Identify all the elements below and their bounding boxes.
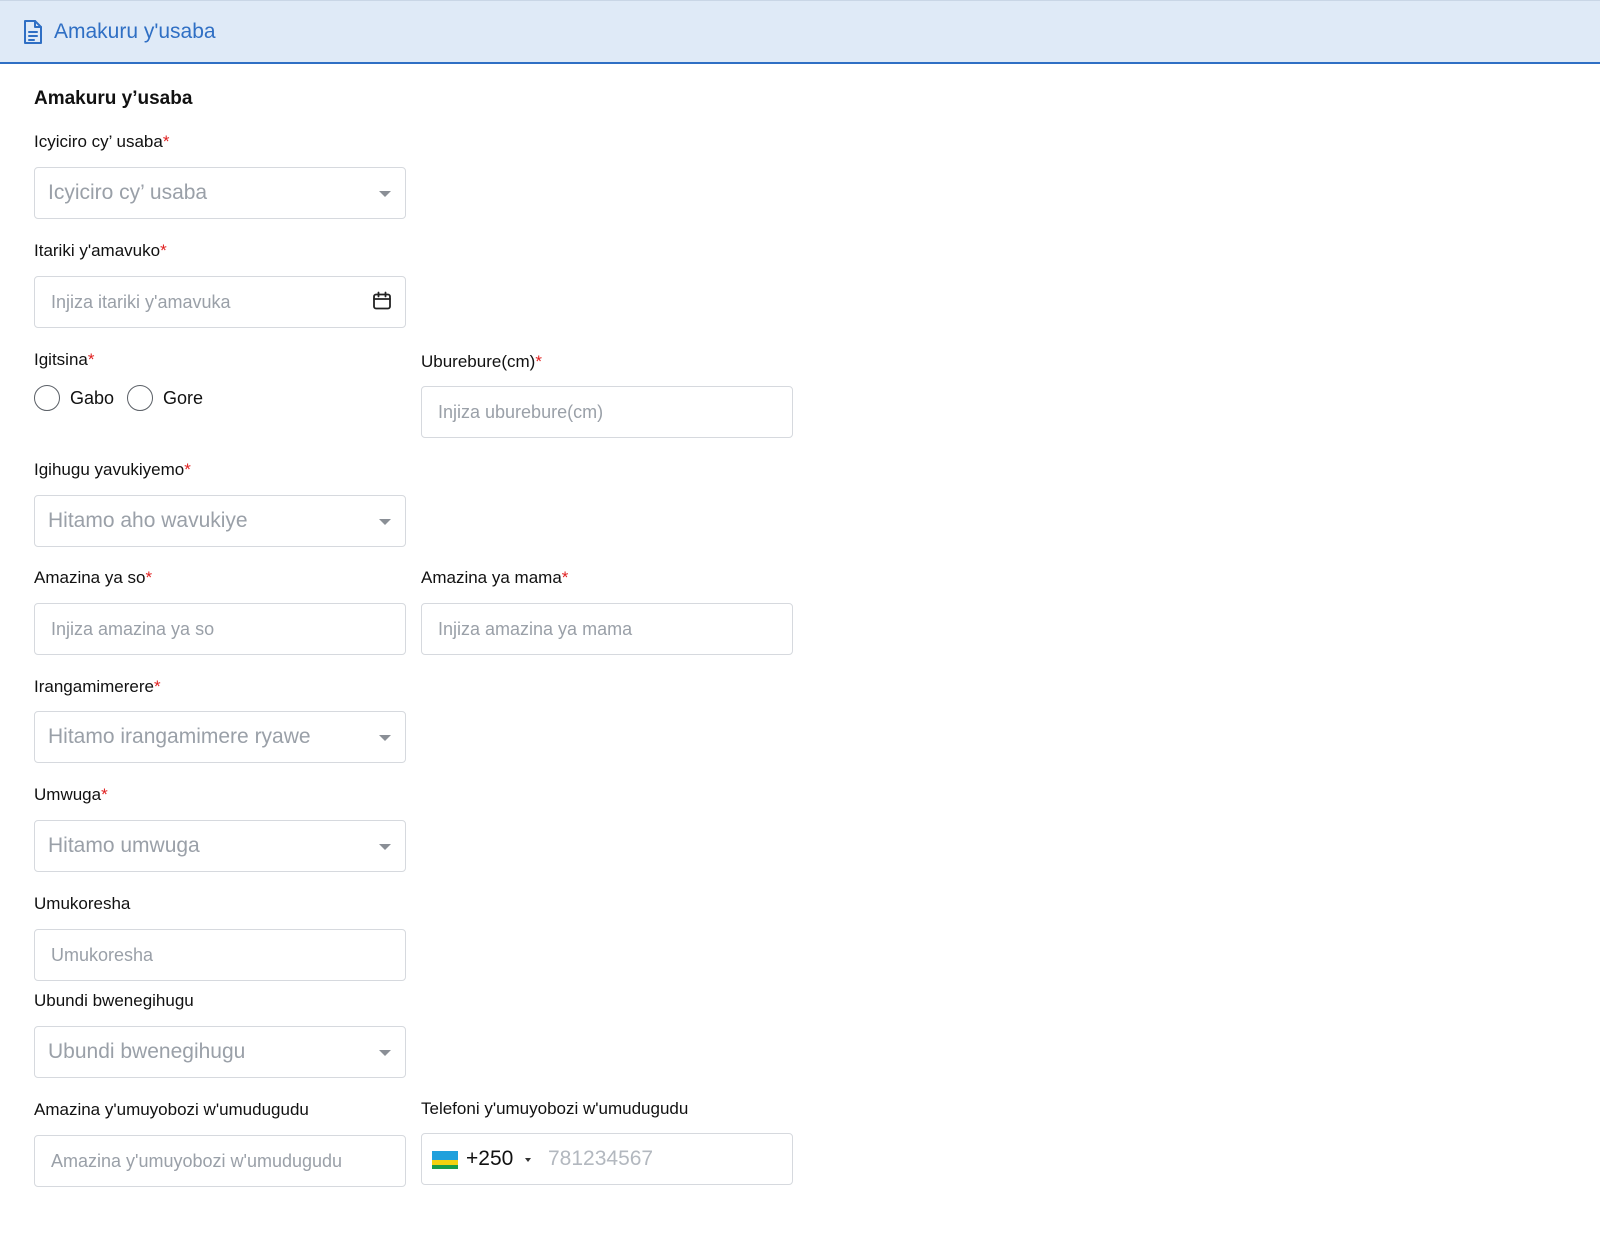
chevron-down-icon [379,191,391,197]
chevron-down-icon [379,844,391,850]
occupation-placeholder: Hitamo umwuga [48,834,200,857]
gender-radio-gabo[interactable] [34,385,60,411]
height-placeholder: Injiza uburebure(cm) [438,402,604,422]
birth-country-select[interactable]: Hitamo aho wavukiye [34,495,406,547]
birth-country-placeholder: Hitamo aho wavukiye [48,509,248,532]
header-title: Amakuru y'usaba [54,19,216,43]
father-name-input[interactable]: Injiza amazina ya so [34,603,406,655]
page-header: Amakuru y'usaba [0,0,1600,64]
employer-input[interactable]: Umukoresha [34,929,406,981]
category-select[interactable]: Icyiciro cy’ usaba [34,167,406,219]
mother-name-placeholder: Injiza amazina ya mama [438,619,633,639]
employer-label: Umukoresha [34,894,131,913]
birthdate-placeholder: Injiza itariki y'amavuka [51,292,231,312]
document-icon [22,19,46,45]
category-label: Icyiciro cy’ usaba* [34,132,170,151]
rwanda-flag-icon[interactable] [432,1151,458,1169]
caret-down-icon[interactable] [525,1158,531,1162]
village-leader-name-label: Amazina y'umuyobozi w'umudugudu [34,1100,309,1119]
father-name-placeholder: Injiza amazina ya so [51,619,215,639]
village-leader-phone-label: Telefoni y'umuyobozi w'umudugudu [421,1099,689,1118]
marital-status-placeholder: Hitamo irangamimere ryawe [48,725,311,748]
mother-name-input[interactable]: Injiza amazina ya mama [421,603,793,655]
gender-option-gore[interactable]: Gore [163,388,203,409]
mother-name-label: Amazina ya mama* [421,568,569,587]
marital-status-select[interactable]: Hitamo irangamimere ryawe [34,711,406,763]
chevron-down-icon [379,735,391,741]
other-nationality-label: Ubundi bwenegihugu [34,991,194,1010]
occupation-label: Umwuga* [34,785,108,804]
calendar-icon[interactable] [371,290,393,312]
gender-label: Igitsina* [34,350,95,369]
phone-placeholder: 781234567 [548,1147,654,1170]
country-code[interactable]: +250 [466,1134,513,1184]
other-nationality-placeholder: Ubundi bwenegihugu [48,1040,246,1063]
chevron-down-icon [379,1050,391,1056]
birthdate-input[interactable]: Injiza itariki y'amavuka [34,276,406,328]
village-leader-name-placeholder: Amazina y'umuyobozi w'umudugudu [51,1151,343,1171]
employer-placeholder: Umukoresha [51,945,154,965]
village-leader-phone-input[interactable]: +250 781234567 [421,1133,793,1185]
village-leader-name-input[interactable]: Amazina y'umuyobozi w'umudugudu [34,1135,406,1187]
birth-country-label: Igihugu yavukiyemo* [34,460,191,479]
height-input[interactable]: Injiza uburebure(cm) [421,386,793,438]
gender-radio-gore[interactable] [127,385,154,411]
chevron-down-icon [379,519,391,525]
gender-radio-group: Gabo Gore [34,385,216,411]
section-title: Amakuru y’usaba [34,88,193,109]
birthdate-label: Itariki y'amavuko* [34,241,167,260]
occupation-select[interactable]: Hitamo umwuga [34,820,406,872]
marital-status-label: Irangamimerere* [34,677,161,696]
category-placeholder: Icyiciro cy’ usaba [48,181,208,204]
father-name-label: Amazina ya so* [34,568,153,587]
gender-option-gabo[interactable]: Gabo [70,388,114,409]
other-nationality-select[interactable]: Ubundi bwenegihugu [34,1026,406,1078]
height-label: Uburebure(cm)* [421,352,542,371]
